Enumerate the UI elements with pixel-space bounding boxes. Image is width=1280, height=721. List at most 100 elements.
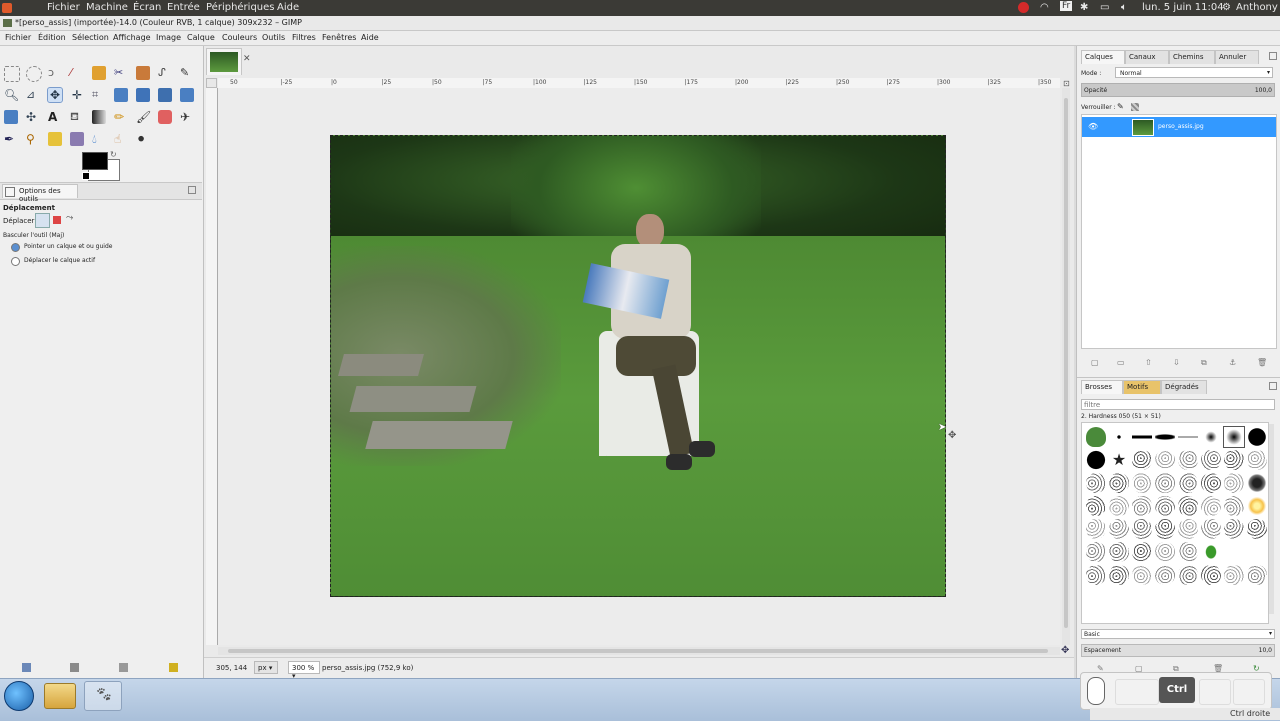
delete-layer-icon[interactable]: 🗑︎: [1257, 358, 1267, 367]
new-layer-icon[interactable]: ▢: [1091, 358, 1099, 367]
start-button[interactable]: [4, 681, 34, 711]
mode-select[interactable]: Normal ▾: [1115, 67, 1273, 78]
restore-options-icon[interactable]: [70, 663, 79, 672]
color-picker-icon[interactable]: ✎: [180, 66, 194, 80]
brush-swatch[interactable]: [1086, 473, 1106, 493]
brush-swatch[interactable]: [1109, 542, 1129, 562]
brush-swatch[interactable]: [1132, 565, 1152, 585]
file-explorer-icon[interactable]: [44, 683, 76, 709]
brush-swatch[interactable]: [1086, 565, 1106, 585]
brush-swatch[interactable]: [1224, 565, 1244, 585]
pencil-icon[interactable]: ✏: [114, 110, 128, 124]
brush-swatch[interactable]: [1155, 427, 1175, 447]
unit-select[interactable]: px ▾: [254, 661, 278, 674]
brush-swatch[interactable]: [1224, 450, 1244, 470]
crop-icon[interactable]: ⌗: [92, 88, 106, 102]
brush-swatch[interactable]: [1247, 519, 1267, 539]
brush-swatch[interactable]: [1201, 450, 1221, 470]
panel-menu-icon[interactable]: [188, 186, 196, 194]
brush-swatch[interactable]: [1201, 542, 1221, 562]
record-icon[interactable]: [1018, 2, 1029, 13]
brush-swatch[interactable]: [1178, 542, 1198, 562]
move-layer-toggle[interactable]: [35, 213, 50, 228]
brush-swatch[interactable]: [1178, 565, 1198, 585]
layers-panel-menu-icon[interactable]: [1269, 52, 1277, 60]
tab-patterns[interactable]: Motifs: [1123, 380, 1161, 394]
brush-swatch[interactable]: [1201, 473, 1221, 493]
vertical-ruler[interactable]: [206, 88, 218, 645]
host-menu-fichier[interactable]: Fichier: [47, 2, 80, 13]
brush-preset-select[interactable]: Basic ▾: [1081, 629, 1275, 639]
brush-swatch[interactable]: [1247, 427, 1267, 447]
volume-icon[interactable]: 🔈︎: [1121, 2, 1127, 13]
brush-swatch[interactable]: [1132, 519, 1152, 539]
brush-swatch[interactable]: [1201, 565, 1221, 585]
scissors-icon[interactable]: ✂: [114, 66, 128, 80]
lock-alpha-icon[interactable]: [1131, 103, 1139, 111]
zoom-icon[interactable]: 🔍︎: [4, 88, 19, 102]
menu-image[interactable]: Image: [156, 33, 181, 42]
clock[interactable]: lun. 5 juin 11:04: [1142, 2, 1224, 13]
perspective-clone-icon[interactable]: [70, 132, 84, 146]
lock-pixels-icon[interactable]: ✎: [1117, 102, 1124, 111]
brushes-panel-menu-icon[interactable]: [1269, 382, 1277, 390]
brush-swatch[interactable]: [1109, 519, 1129, 539]
brush-swatch[interactable]: [1109, 473, 1129, 493]
menu-fichier[interactable]: Fichier: [5, 33, 31, 42]
brush-swatch[interactable]: ★: [1109, 450, 1129, 470]
menu-selection[interactable]: Sélection: [72, 33, 109, 42]
tab-gradients[interactable]: Dégradés: [1161, 380, 1207, 394]
default-colors-icon[interactable]: [82, 172, 90, 180]
lower-layer-icon[interactable]: ⇩: [1173, 358, 1180, 367]
brush-swatch[interactable]: [1132, 473, 1152, 493]
wifi-icon[interactable]: ◠: [1040, 2, 1049, 13]
shear-icon[interactable]: [158, 88, 172, 102]
spacing-slider[interactable]: Espacement 10,0: [1081, 644, 1275, 657]
brush-swatch[interactable]: [1132, 427, 1152, 447]
brush-swatch[interactable]: [1086, 519, 1106, 539]
navigate-icon[interactable]: ✥: [1061, 645, 1069, 656]
reset-options-icon[interactable]: [169, 663, 178, 672]
duplicate-layer-icon[interactable]: ⧉: [1201, 358, 1207, 368]
tab-paths[interactable]: Chemins: [1169, 50, 1215, 64]
tab-layers[interactable]: Calques: [1081, 50, 1125, 64]
select-by-color-icon[interactable]: [92, 66, 106, 80]
horizontal-scrollbar-thumb[interactable]: [228, 649, 1048, 653]
brush-swatch[interactable]: [1247, 565, 1267, 585]
horizontal-scrollbar[interactable]: [218, 647, 1060, 655]
image-tab[interactable]: [206, 48, 242, 75]
host-menu-peripheriques[interactable]: Périphériques: [206, 2, 275, 13]
radio-pick-layer[interactable]: [11, 243, 20, 252]
brush-swatch[interactable]: [1155, 473, 1175, 493]
brush-swatch[interactable]: [1201, 496, 1221, 516]
brush-swatch[interactable]: [1109, 496, 1129, 516]
brush-swatch[interactable]: [1155, 565, 1175, 585]
host-menu-machine[interactable]: Machine: [86, 2, 128, 13]
vertical-scrollbar-thumb[interactable]: [1064, 98, 1068, 628]
brush-grid-scrollbar[interactable]: [1269, 424, 1274, 614]
paintbrush-icon[interactable]: 🖌︎: [136, 110, 151, 124]
image-canvas[interactable]: [330, 135, 946, 597]
foreground-color-swatch[interactable]: [82, 152, 108, 170]
save-options-icon[interactable]: [22, 663, 31, 672]
brush-swatch[interactable]: [1155, 519, 1175, 539]
measure-icon[interactable]: ⊿: [26, 88, 40, 102]
keyboard-layout-indicator[interactable]: Fr: [1060, 1, 1073, 11]
brush-swatch[interactable]: [1223, 426, 1245, 448]
smudge-icon[interactable]: ☝: [114, 132, 128, 146]
blur-icon[interactable]: 💧︎: [92, 132, 106, 146]
brush-swatch[interactable]: [1155, 450, 1175, 470]
menu-filtres[interactable]: Filtres: [292, 33, 316, 42]
brush-swatch[interactable]: [1247, 450, 1267, 470]
perspective-icon[interactable]: [180, 88, 194, 102]
brush-swatch[interactable]: [1247, 496, 1267, 516]
host-menu-entree[interactable]: Entrée: [167, 2, 200, 13]
free-select-icon[interactable]: ↄ: [48, 66, 62, 80]
raise-layer-icon[interactable]: ⇧: [1145, 358, 1152, 367]
gimp-taskbar-button[interactable]: 🐾︎: [84, 681, 122, 711]
quick-mask-corner[interactable]: [206, 78, 217, 88]
brush-swatch[interactable]: [1201, 519, 1221, 539]
move-selection-toggle[interactable]: [53, 216, 61, 224]
opacity-slider[interactable]: Opacité 100,0: [1081, 83, 1275, 97]
layer-row[interactable]: 👁︎ perso_assis.jpg: [1082, 117, 1276, 137]
